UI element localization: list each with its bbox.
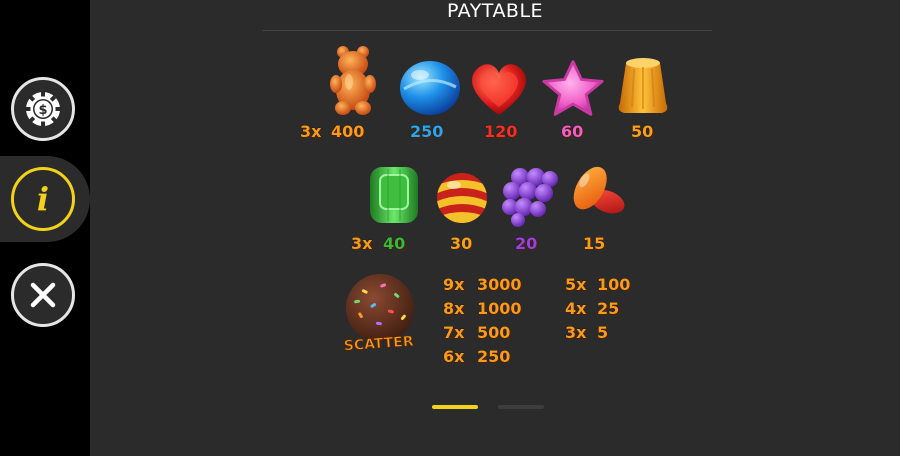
scatter-pay-9: 3000 xyxy=(477,275,522,294)
payout-jelly-beans: 15 xyxy=(583,234,606,253)
scatter-mult-7: 7x xyxy=(443,323,465,342)
scatter-pay-5: 100 xyxy=(597,275,631,294)
green-square-candy-icon xyxy=(362,163,426,227)
coin-dollar-icon: $ xyxy=(25,91,61,127)
scatter-pay-3: 5 xyxy=(597,323,609,342)
grape-candy-icon xyxy=(497,164,561,228)
scatter-pay-8: 1000 xyxy=(477,299,522,318)
row1-multiplier: 3x xyxy=(300,122,322,141)
payout-grape-candy: 20 xyxy=(515,234,538,253)
svg-text:$: $ xyxy=(38,103,47,118)
info-button[interactable]: i xyxy=(11,167,75,231)
scatter-pay-7: 500 xyxy=(477,323,511,342)
scatter-chocolate-icon: SCATTER xyxy=(334,272,424,356)
payout-striped-candy: 30 xyxy=(450,234,473,253)
title-divider xyxy=(262,30,712,31)
gummy-bear-icon xyxy=(321,46,385,115)
close-icon xyxy=(30,282,56,308)
row2-multiplier: 3x xyxy=(351,234,373,253)
payout-star-candy: 60 xyxy=(561,122,584,141)
close-button[interactable] xyxy=(11,263,75,327)
scatter-pay-4: 25 xyxy=(597,299,620,318)
scatter-mult-9: 9x xyxy=(443,275,465,294)
payout-orange-jelly: 50 xyxy=(631,122,654,141)
payout-heart-candy: 120 xyxy=(484,122,518,141)
blue-candy-icon xyxy=(398,56,462,120)
sidebar: $ i xyxy=(0,0,90,456)
payout-blue-candy: 250 xyxy=(410,122,444,141)
striped-ball-candy-icon xyxy=(430,166,494,230)
payout-green-candy: 40 xyxy=(383,234,406,253)
payout-gummy-bear: 400 xyxy=(331,122,365,141)
jelly-beans-icon xyxy=(565,160,629,224)
scatter-mult-4: 4x xyxy=(565,299,587,318)
scatter-mult-6: 6x xyxy=(443,347,465,366)
info-icon: i xyxy=(36,180,50,218)
page-indicator-2[interactable] xyxy=(498,405,544,409)
page-indicator-1[interactable] xyxy=(432,405,478,409)
paytable-title: PAYTABLE xyxy=(446,0,544,22)
orange-jelly-icon xyxy=(611,54,675,118)
paytable-coin-button[interactable]: $ xyxy=(11,77,75,141)
scatter-label: SCATTER xyxy=(343,334,414,355)
scatter-mult-3: 3x xyxy=(565,323,587,342)
scatter-mult-5: 5x xyxy=(565,275,587,294)
red-heart-candy-icon xyxy=(467,57,531,121)
scatter-pay-6: 250 xyxy=(477,347,511,366)
scatter-mult-8: 8x xyxy=(443,299,465,318)
pink-star-candy-icon xyxy=(541,56,605,120)
